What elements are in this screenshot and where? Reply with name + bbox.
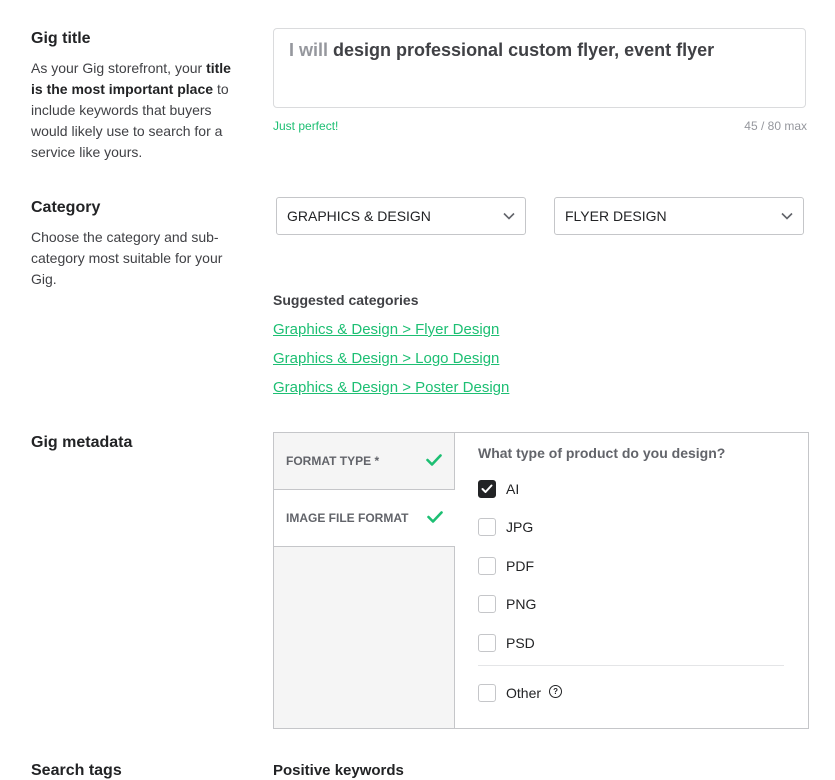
help-icon[interactable]: ? (549, 684, 563, 698)
gig-title-description: As your Gig storefront, your title is th… (31, 58, 246, 163)
tab-format-type[interactable]: FORMAT TYPE * (274, 433, 454, 490)
suggested-category-link[interactable]: Graphics & Design > Logo Design (273, 350, 499, 367)
checkbox-option-ai[interactable]: AI (478, 480, 519, 498)
checkbox[interactable] (478, 518, 496, 536)
tab-image-file-format[interactable]: IMAGE FILE FORMAT (274, 490, 455, 547)
suggested-category-link[interactable]: Graphics & Design > Flyer Design (273, 321, 499, 338)
checkbox-label: PSD (506, 635, 535, 651)
checkbox[interactable] (478, 557, 496, 575)
chevron-down-icon (503, 212, 515, 220)
checkbox-option-jpg[interactable]: JPG (478, 518, 533, 536)
checkbox-option-psd[interactable]: PSD (478, 634, 535, 652)
subcategory-select-value: FLYER DESIGN (565, 208, 667, 224)
gig-title-prefix: I will (289, 40, 329, 60)
subcategory-select[interactable]: FLYER DESIGN (554, 197, 804, 235)
tab-label: IMAGE FILE FORMAT (286, 511, 409, 525)
checkbox[interactable] (478, 634, 496, 652)
checkmark-icon (427, 510, 443, 526)
gig-title-value: design professional custom flyer, event … (333, 40, 715, 60)
category-heading: Category (31, 199, 101, 216)
tab-label: FORMAT TYPE * (286, 454, 380, 468)
search-tags-heading: Search tags (31, 762, 122, 779)
metadata-question: What type of product do you design? (478, 445, 726, 461)
suggested-category-link[interactable]: Graphics & Design > Poster Design (273, 379, 509, 396)
category-description: Choose the category and sub-category mos… (31, 229, 223, 287)
options-divider (478, 665, 784, 666)
metadata-panel: FORMAT TYPE * IMAGE FILE FORMAT What typ… (273, 432, 809, 729)
checkbox-label: PDF (506, 558, 534, 574)
suggested-categories-heading: Suggested categories (273, 292, 419, 308)
checkbox-option-png[interactable]: PNG (478, 595, 536, 613)
checkbox-label: Other (506, 685, 542, 701)
checkbox-option-other[interactable]: Other ? (478, 684, 563, 702)
gig-title-desc-text-1: As your Gig storefront, your (31, 60, 203, 76)
category-select-value: GRAPHICS & DESIGN (287, 208, 431, 224)
gig-title-input[interactable]: I will design professional custom flyer,… (273, 28, 806, 108)
checkbox[interactable] (478, 480, 496, 498)
positive-keywords-heading: Positive keywords (273, 762, 404, 779)
gig-metadata-heading: Gig metadata (31, 434, 133, 451)
gig-title-heading: Gig title (31, 30, 91, 47)
category-select[interactable]: GRAPHICS & DESIGN (276, 197, 526, 235)
checkbox-option-pdf[interactable]: PDF (478, 557, 534, 575)
checkbox-label: AI (506, 481, 520, 497)
checkbox[interactable] (478, 595, 496, 613)
chevron-down-icon (781, 212, 793, 220)
gig-title-counter: 45 / 80 max (744, 119, 807, 133)
checkbox-label: PNG (506, 596, 537, 612)
checkbox[interactable] (478, 684, 496, 702)
checkbox-label: JPG (506, 519, 534, 535)
checkmark-icon (426, 453, 442, 469)
gig-title-status: Just perfect! (273, 119, 339, 133)
